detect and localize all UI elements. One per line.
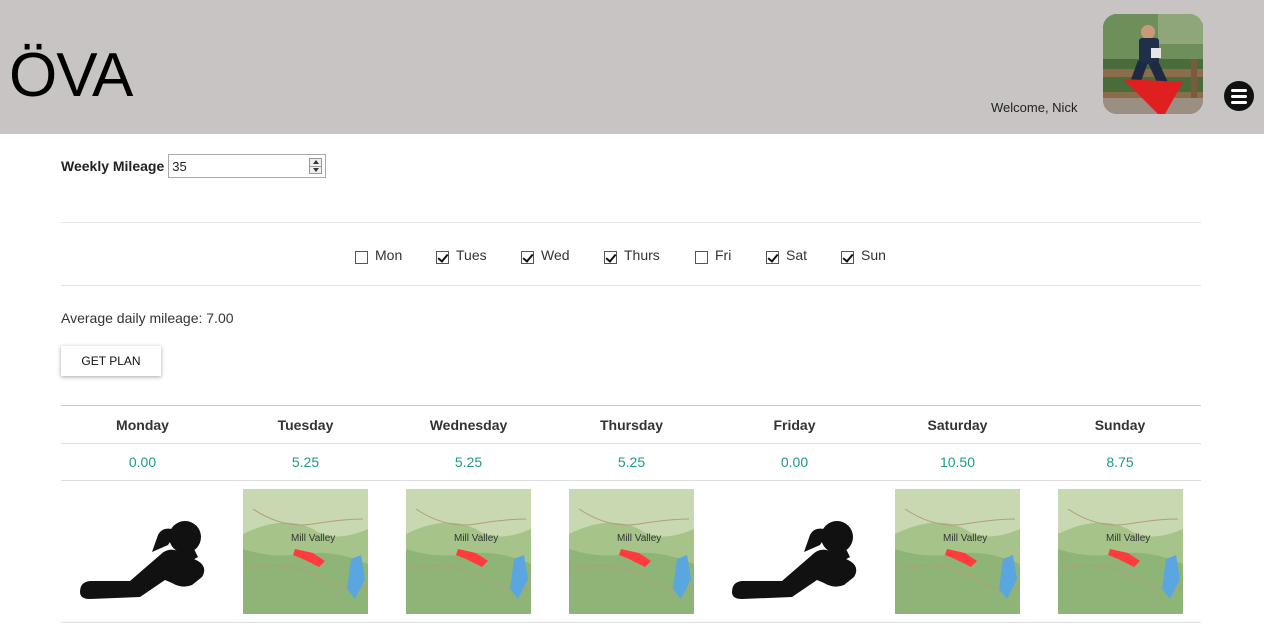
route-map-cell: Mill Valley <box>1039 480 1201 623</box>
plan-visual-row: Mill Valley Mill Valley Mill Valley Mill Va… <box>61 480 1201 623</box>
weekly-mileage-input[interactable] <box>172 156 303 176</box>
day-label: Tues <box>456 247 487 263</box>
day-label: Thurs <box>624 247 660 263</box>
route-map[interactable]: Mill Valley <box>243 489 368 614</box>
column-header: Friday <box>713 405 876 444</box>
checkbox-0[interactable] <box>355 250 368 264</box>
map-place-label: Mill Valley <box>1106 533 1150 544</box>
column-header: Saturday <box>876 405 1039 444</box>
app-header: ÖVA Welcome, Nick <box>0 0 1264 134</box>
checkbox-2[interactable] <box>521 250 534 264</box>
weekly-mileage-label: Weekly Mileage <box>61 158 165 174</box>
welcome-text: Welcome, Nick <box>991 100 1078 115</box>
checkbox-1[interactable] <box>436 250 449 264</box>
column-header: Monday <box>61 405 224 444</box>
plan-header-row: Monday Tuesday Wednesday Thursday Friday Satu… <box>61 405 1201 444</box>
map-place-label: Mill Valley <box>617 533 661 544</box>
divider <box>61 285 1201 286</box>
day-checkbox-fri[interactable]: Fri <box>695 247 766 264</box>
route-map[interactable]: Mill Valley <box>895 489 1020 614</box>
avatar[interactable] <box>1103 14 1203 114</box>
day-checkbox-wed[interactable]: Wed <box>521 247 604 264</box>
day-checkbox-thurs[interactable]: Thurs <box>604 247 695 264</box>
day-mileage: 5.25 <box>224 443 387 481</box>
map-place-label: Mill Valley <box>291 533 335 544</box>
day-mileage: 0.00 <box>713 443 876 481</box>
get-plan-button[interactable]: GET PLAN <box>61 346 161 376</box>
stepper-down-icon[interactable] <box>310 167 321 174</box>
day-label: Fri <box>715 247 732 263</box>
map-place-label: Mill Valley <box>943 533 987 544</box>
day-checkbox-tues[interactable]: Tues <box>436 247 521 264</box>
rest-day-cell <box>713 480 876 623</box>
app-logo[interactable]: ÖVA <box>9 40 133 112</box>
divider <box>61 222 1201 223</box>
rest-icon <box>79 520 204 599</box>
checkbox-3[interactable] <box>604 250 617 264</box>
day-checkbox-sat[interactable]: Sat <box>766 247 841 264</box>
route-map[interactable]: Mill Valley <box>569 489 694 614</box>
weekly-mileage-field[interactable] <box>168 154 327 178</box>
weekly-plan-table: Monday Tuesday Wednesday Thursday Friday Satu… <box>61 405 1201 623</box>
day-mileage: 10.50 <box>876 443 1039 481</box>
rest-icon <box>731 520 856 599</box>
day-checkbox-mon[interactable]: Mon <box>355 247 436 264</box>
route-map-cell: Mill Valley <box>224 480 387 623</box>
rest-day-cell <box>61 480 224 623</box>
day-label: Wed <box>541 247 570 263</box>
day-mileage: 5.25 <box>550 443 713 481</box>
route-map-cell: Mill Valley <box>876 480 1039 623</box>
mileage-stepper[interactable] <box>309 158 323 174</box>
plan-mileage-row: 0.00 5.25 5.25 5.25 0.00 10.50 8.75 <box>61 443 1201 481</box>
route-map-cell: Mill Valley <box>550 480 713 623</box>
column-header: Sunday <box>1039 405 1201 444</box>
checkbox-6[interactable] <box>841 250 854 264</box>
route-map[interactable]: Mill Valley <box>1057 489 1183 614</box>
day-label: Sat <box>786 247 808 263</box>
menu-icon[interactable] <box>1224 81 1254 111</box>
average-daily-mileage: Average daily mileage: 7.00 <box>61 310 234 326</box>
day-label: Sun <box>861 247 886 263</box>
checkbox-5[interactable] <box>766 250 779 264</box>
route-map[interactable]: Mill Valley <box>406 489 531 614</box>
checkbox-4[interactable] <box>695 250 708 264</box>
training-days: Mon Tues Wed Thurs Fri Sat Sun <box>355 247 886 264</box>
column-header: Tuesday <box>224 405 387 444</box>
stepper-up-icon[interactable] <box>310 159 322 167</box>
weekly-mileage-row: Weekly Mileage <box>61 154 327 178</box>
route-map-cell: Mill Valley <box>387 480 550 623</box>
day-label: Mon <box>375 247 403 263</box>
column-header: Wednesday <box>387 405 550 444</box>
day-mileage: 0.00 <box>61 443 224 481</box>
day-mileage: 5.25 <box>387 443 550 481</box>
map-place-label: Mill Valley <box>454 533 498 544</box>
day-mileage: 8.75 <box>1039 443 1201 481</box>
day-checkbox-sun[interactable]: Sun <box>841 247 886 264</box>
column-header: Thursday <box>550 405 713 444</box>
